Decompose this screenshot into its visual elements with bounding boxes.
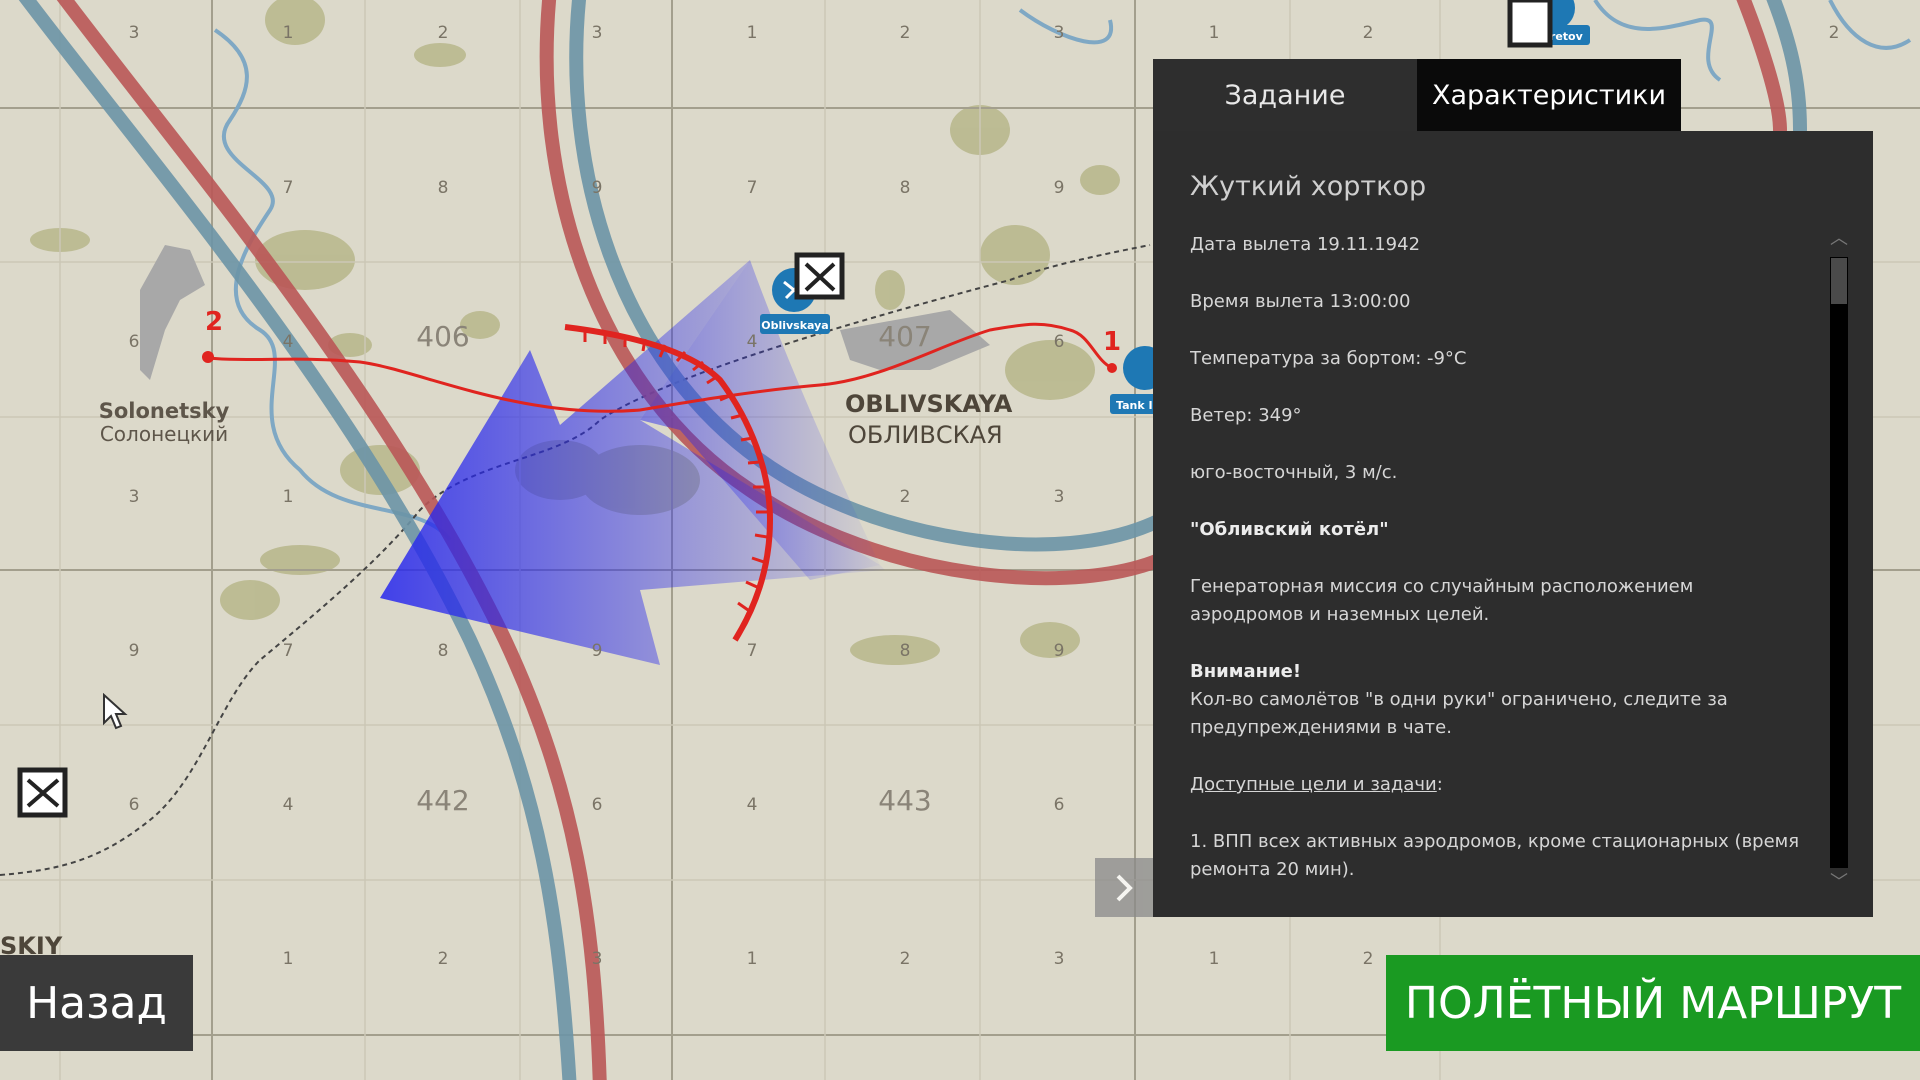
svg-text:2: 2 <box>438 949 449 969</box>
svg-text:6: 6 <box>592 795 603 815</box>
svg-text:8: 8 <box>900 641 911 661</box>
mission-title: Жуткий хорткор <box>1190 171 1427 202</box>
svg-text:3: 3 <box>129 23 140 43</box>
svg-text:2: 2 <box>900 949 911 969</box>
scrollbar-thumb[interactable] <box>1831 258 1847 304</box>
square-407: 407 <box>878 320 931 353</box>
scrollbar-track[interactable] <box>1830 257 1848 868</box>
square-443: 443 <box>878 784 931 817</box>
waypoint-start-dot <box>1107 363 1117 373</box>
svg-text:7: 7 <box>747 641 758 661</box>
svg-text:1: 1 <box>283 23 294 43</box>
svg-text:6: 6 <box>1054 332 1065 352</box>
scroll-down-arrow-icon[interactable]: ﹀ <box>1828 873 1850 893</box>
warning-text: Кол-во самолётов "в одни руки" ограничен… <box>1190 689 1728 738</box>
tab-specs[interactable]: Характеристики <box>1417 59 1681 131</box>
tank-marker-label: Tank I <box>1116 399 1153 412</box>
svg-text:2: 2 <box>1363 949 1374 969</box>
svg-text:8: 8 <box>438 641 449 661</box>
waypoint-1-label: 1 <box>1103 327 1121 357</box>
svg-text:1: 1 <box>1209 949 1220 969</box>
wind: Ветер: 349° <box>1190 405 1302 426</box>
svg-text:9: 9 <box>592 641 603 661</box>
svg-text:1: 1 <box>283 949 294 969</box>
svg-text:4: 4 <box>747 795 758 815</box>
svg-text:4: 4 <box>747 332 758 352</box>
back-button[interactable]: Назад <box>0 955 193 1051</box>
mission-description[interactable]: Дата вылета 19.11.1942 Время вылета 13:0… <box>1190 231 1800 891</box>
svg-text:9: 9 <box>592 178 603 198</box>
svg-text:9: 9 <box>129 641 140 661</box>
targets-header: Доступные цели и задачи: <box>1190 771 1800 799</box>
warning-title: Внимание! <box>1190 661 1302 682</box>
flight-route-button[interactable]: ПОЛЁТНЫЙ МАРШРУТ <box>1386 955 1920 1051</box>
svg-text:2: 2 <box>1829 23 1840 43</box>
airfield-closed-icon[interactable] <box>1507 0 1553 48</box>
waypoint-end-dot <box>202 351 214 363</box>
svg-text:4: 4 <box>283 332 294 352</box>
svg-text:1: 1 <box>1209 23 1220 43</box>
svg-text:4: 4 <box>283 795 294 815</box>
place-solonetsky-latin: Solonetsky <box>99 399 230 423</box>
svg-text:8: 8 <box>438 178 449 198</box>
targets-header-link[interactable]: Доступные цели и задачи <box>1190 774 1437 795</box>
svg-text:2: 2 <box>900 23 911 43</box>
svg-text:8: 8 <box>900 178 911 198</box>
svg-text:3: 3 <box>592 949 603 969</box>
svg-text:6: 6 <box>1054 795 1065 815</box>
departure-time: Время вылета 13:00:00 <box>1190 291 1411 312</box>
mission-summary: Генераторная миссия со случайным располо… <box>1190 576 1694 625</box>
svg-text:2: 2 <box>1363 23 1374 43</box>
svg-text:1: 1 <box>747 23 758 43</box>
tab-task[interactable]: Задание <box>1153 59 1417 131</box>
svg-text:6: 6 <box>129 795 140 815</box>
airfield-oblivskaya-label: Oblivskaya <box>761 319 828 332</box>
airfield-closed-icon[interactable] <box>794 252 845 300</box>
svg-text:2: 2 <box>900 487 911 507</box>
svg-text:3: 3 <box>1054 487 1065 507</box>
square-442: 442 <box>416 784 469 817</box>
wind-direction: юго-восточный, 3 м/с. <box>1190 462 1398 483</box>
airfield-closed-icon[interactable] <box>17 767 68 818</box>
svg-text:7: 7 <box>747 178 758 198</box>
svg-text:3: 3 <box>1054 949 1065 969</box>
svg-text:7: 7 <box>283 178 294 198</box>
square-406: 406 <box>416 320 469 353</box>
target-1: 1. ВПП всех активных аэродромов, кроме с… <box>1190 831 1800 880</box>
mission-name: "Обливский котёл" <box>1190 519 1389 540</box>
temperature: Температура за бортом: -9°C <box>1190 348 1467 369</box>
mouse-cursor-icon <box>103 693 128 730</box>
collapse-panel-button[interactable] <box>1095 858 1153 917</box>
svg-text:2: 2 <box>438 23 449 43</box>
panel-tabs: Задание Характеристики <box>1153 59 1681 131</box>
mission-info-panel: Жуткий хорткор Дата вылета 19.11.1942 Вр… <box>1153 131 1873 917</box>
place-oblivskaya-cyrillic: ОБЛИВСКАЯ <box>848 421 1003 449</box>
svg-text:3: 3 <box>129 487 140 507</box>
svg-text:3: 3 <box>592 23 603 43</box>
place-solonetsky-cyrillic: Солонецкий <box>100 422 228 446</box>
waypoint-2-label: 2 <box>205 307 223 337</box>
departure-date: Дата вылета 19.11.1942 <box>1190 234 1421 255</box>
svg-text:1: 1 <box>747 949 758 969</box>
place-oblivskaya-latin: OBLIVSKAYA <box>845 390 1013 418</box>
svg-text:7: 7 <box>283 641 294 661</box>
scroll-up-arrow-icon[interactable]: ︿ <box>1828 229 1850 249</box>
svg-text:6: 6 <box>129 332 140 352</box>
svg-text:1: 1 <box>283 487 294 507</box>
svg-text:3: 3 <box>1054 23 1065 43</box>
svg-text:9: 9 <box>1054 641 1065 661</box>
svg-text:9: 9 <box>1054 178 1065 198</box>
targets-colon: : <box>1436 774 1443 795</box>
chevron-right-icon <box>1116 874 1133 901</box>
